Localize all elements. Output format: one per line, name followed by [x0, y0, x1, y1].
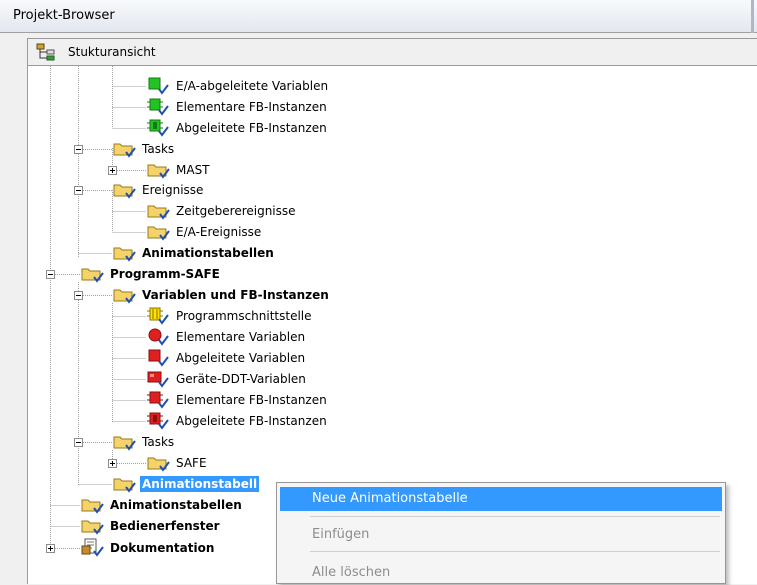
- folder-icon: [113, 436, 136, 451]
- tree-item-label: Elementare FB-Instanzen: [176, 393, 327, 407]
- documentation-icon: [81, 538, 104, 557]
- structure-view-label[interactable]: Stukturansicht: [68, 45, 156, 59]
- tree-item-label: Geräte-DDT-Variablen: [176, 372, 306, 386]
- tree-item-label: Programmschnittstelle: [176, 309, 312, 323]
- folder-icon: [147, 164, 170, 179]
- green-fb-icon: [147, 98, 169, 116]
- folder-icon: [113, 143, 136, 158]
- yellow-interface-icon: [147, 307, 169, 325]
- tasks-collapse-toggle[interactable]: [74, 145, 83, 154]
- tree-item-label: E/A-abgeleitete Variablen: [176, 79, 329, 93]
- tree-item-label: Programm-SAFE: [110, 267, 220, 281]
- tree-item-label: Ereignisse: [142, 183, 204, 197]
- menu-separator: [310, 551, 720, 552]
- structure-view-icon[interactable]: [36, 43, 56, 61]
- safe-expand-toggle[interactable]: [108, 459, 117, 468]
- folder-icon: [147, 226, 170, 241]
- folder-icon: [113, 184, 136, 199]
- green-block-icon: [148, 77, 169, 95]
- tree-item-label: MAST: [176, 163, 210, 177]
- red-device-icon: [147, 371, 169, 388]
- tree-item-label: Tasks: [142, 142, 175, 156]
- tree-item-label: Elementare FB-Instanzen: [176, 100, 327, 114]
- menu-item-label: Alle löschen: [312, 565, 391, 580]
- menu-item-label: Neue Animationstabelle: [312, 491, 468, 506]
- variablen-collapse-toggle[interactable]: [74, 291, 83, 300]
- tree-item-label: Abgeleitete FB-Instanzen: [176, 414, 327, 428]
- red-block-icon: [148, 349, 169, 367]
- red-dfb-icon: [147, 412, 169, 430]
- window-titlebar: Projekt-Browser: [0, 0, 757, 33]
- tasks-safe-collapse-toggle[interactable]: [74, 438, 83, 447]
- context-menu: Neue Animationstabelle Einfügen Alle lös…: [276, 482, 726, 584]
- ereignisse-collapse-toggle[interactable]: [74, 186, 83, 195]
- window-title: Projekt-Browser: [13, 8, 115, 23]
- menu-item-neue-animationstabelle[interactable]: Neue Animationstabelle: [280, 487, 722, 511]
- tree-item-label: Dokumentation: [110, 541, 215, 555]
- menu-separator: [310, 516, 720, 517]
- red-fb-icon: [147, 391, 169, 409]
- tree-item-label: Elementare Variablen: [176, 330, 306, 344]
- view-toolbar: Stukturansicht: [27, 38, 757, 66]
- tree-item-label: Animationstabellen: [142, 246, 274, 260]
- menu-item-einfuegen[interactable]: Einfügen: [280, 523, 722, 547]
- tree-item-label: Bedienerfenster: [110, 519, 220, 533]
- folder-icon: [113, 289, 136, 304]
- mast-expand-toggle[interactable]: [108, 166, 117, 175]
- green-dfb-icon: [147, 119, 169, 137]
- folder-icon: [81, 268, 104, 283]
- tree-item-label: Abgeleitete Variablen: [176, 351, 306, 365]
- programm-safe-collapse-toggle[interactable]: [46, 270, 55, 279]
- folder-icon: [81, 520, 104, 535]
- red-circle-icon: [148, 328, 169, 346]
- window-frame-edge: [751, 0, 754, 33]
- folder-icon: [113, 247, 136, 262]
- tree-item-label: E/A-Ereignisse: [176, 225, 262, 239]
- folder-icon: [147, 457, 170, 472]
- tree-item-label: Variablen und FB-Instanzen: [142, 288, 329, 302]
- tree-item-label: Abgeleitete FB-Instanzen: [176, 121, 327, 135]
- tree-item-label: Zeitgeberereignisse: [176, 204, 296, 218]
- menu-item-label: Einfügen: [312, 527, 370, 542]
- tree-item-label: Tasks: [142, 435, 175, 449]
- menu-item-alle-loeschen[interactable]: Alle löschen: [280, 561, 722, 585]
- tree-item-label: Animationstabellen: [110, 498, 242, 512]
- tree-item-label: SAFE: [176, 456, 207, 470]
- folder-icon: [113, 478, 136, 493]
- dokumentation-expand-toggle[interactable]: [46, 544, 55, 553]
- folder-icon: [81, 499, 104, 514]
- folder-icon: [147, 205, 170, 220]
- tree-item-label-selected: Animationstabell: [140, 476, 260, 492]
